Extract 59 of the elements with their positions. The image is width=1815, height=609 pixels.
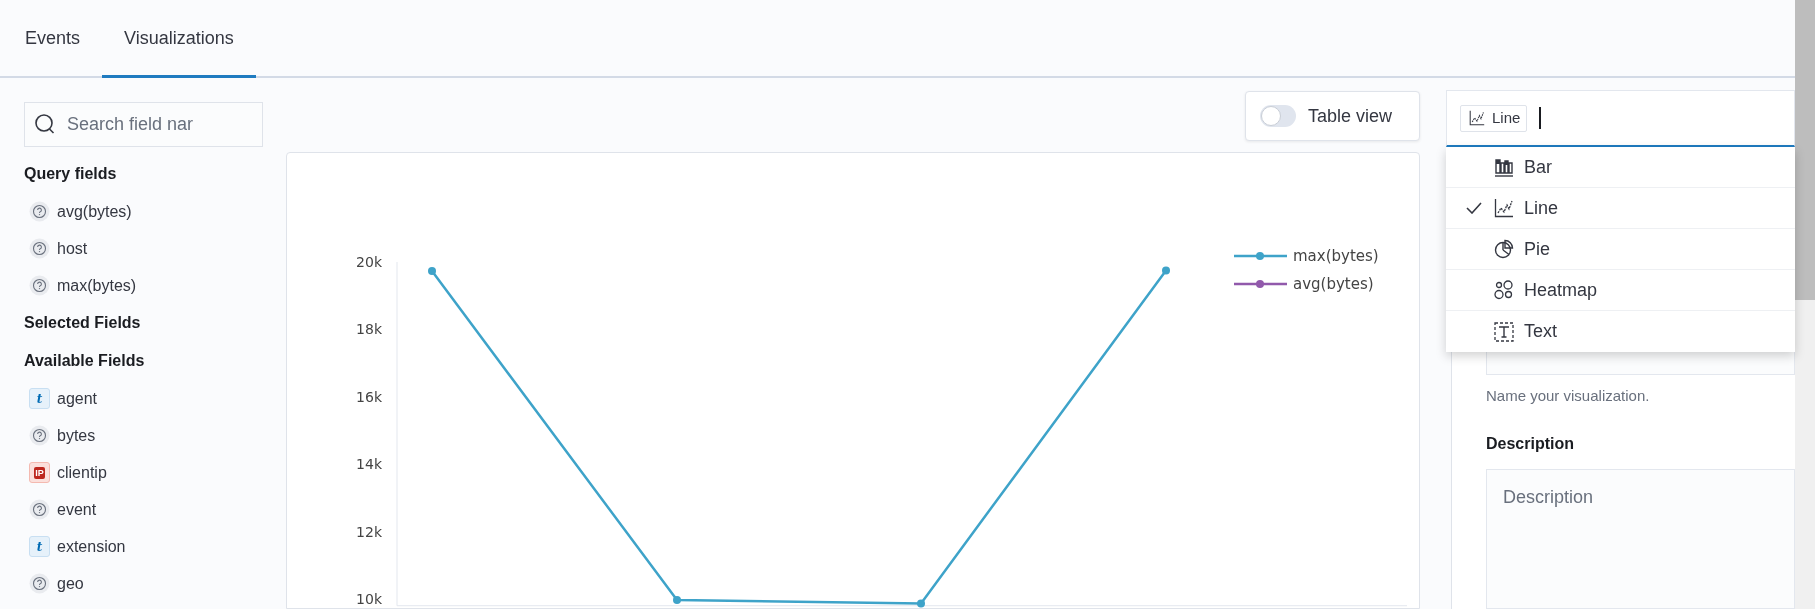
legend-label: avg(bytes): [1293, 275, 1374, 293]
visualization-type-select[interactable]: Line: [1446, 90, 1795, 147]
selected-type-chip[interactable]: Line: [1460, 104, 1528, 132]
field-item[interactable]: t agent: [24, 380, 263, 417]
field-item[interactable]: IP clientip: [24, 454, 263, 491]
field-item[interactable]: bytes: [24, 417, 263, 454]
string-type-badge: t: [29, 388, 50, 409]
axis-tick-label: 16k: [356, 388, 382, 405]
question-icon: [29, 573, 50, 594]
question-icon: [29, 425, 50, 446]
question-icon: [29, 238, 50, 259]
text-cursor: [1539, 107, 1542, 129]
menu-option[interactable]: Line: [1446, 188, 1795, 229]
search-field[interactable]: Search field nar: [24, 102, 263, 147]
point: [673, 596, 681, 605]
menu-option[interactable]: Heatmap: [1446, 270, 1795, 311]
menu-option[interactable]: Text: [1446, 311, 1795, 352]
table-view-toggle[interactable]: Table view: [1245, 91, 1420, 141]
helper-text: Name your visualization.: [1486, 386, 1651, 406]
switch[interactable]: [1260, 105, 1296, 127]
text-icon: [1494, 321, 1514, 342]
legend-marker: [1234, 280, 1287, 288]
question-icon: [29, 499, 50, 520]
axis-tick-label: 18k: [356, 321, 382, 338]
axis-tick-label: 12k: [356, 523, 382, 540]
question-icon: [29, 201, 50, 222]
bar-chart-icon: [1494, 157, 1514, 177]
axis-tick-label: 20k: [356, 254, 382, 270]
section-heading: Selected Fields: [24, 313, 142, 333]
section-heading: Query fields: [24, 164, 118, 184]
field-item[interactable]: max(bytes): [24, 267, 263, 304]
field-label: Description: [1486, 433, 1575, 454]
line-chart-icon: [1469, 110, 1485, 126]
field-item[interactable]: host: [24, 230, 263, 267]
tab[interactable]: Visualizations: [102, 2, 256, 78]
section-heading: Available Fields: [24, 351, 146, 371]
field-item[interactable]: event: [24, 491, 263, 528]
string-type-badge: t: [29, 536, 50, 557]
point: [428, 267, 436, 276]
field-item[interactable]: t extension: [24, 528, 263, 565]
field-item[interactable]: avg(bytes): [24, 193, 263, 230]
legend-marker: [1234, 252, 1287, 260]
question-icon: [29, 275, 50, 296]
search-icon: [34, 113, 56, 135]
description-field[interactable]: Description: [1486, 468, 1795, 609]
pie-chart-icon: [1494, 239, 1514, 259]
axis-tick-label: 14k: [356, 456, 382, 473]
field-item[interactable]: geo: [24, 565, 263, 602]
line-chart-icon: [1494, 198, 1514, 218]
menu-option[interactable]: Bar: [1446, 147, 1795, 188]
legend-label: max(bytes): [1293, 247, 1379, 265]
point: [1162, 266, 1170, 275]
tab[interactable]: Events: [3, 2, 103, 78]
circles-icon: [1494, 280, 1514, 300]
point: [917, 599, 925, 608]
scrollbar[interactable]: [1795, 0, 1815, 609]
ip-type-badge: IP: [29, 462, 50, 483]
axis-tick-label: 10k: [356, 591, 382, 607]
menu-option[interactable]: Pie: [1446, 229, 1795, 270]
